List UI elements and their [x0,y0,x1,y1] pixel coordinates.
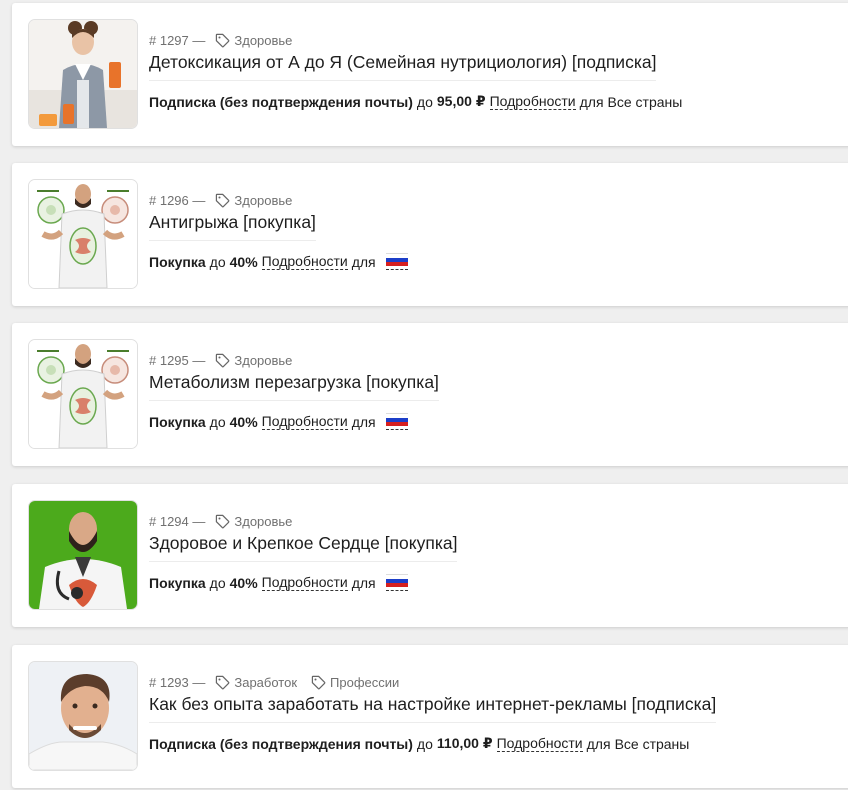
russia-flag-icon[interactable] [385,413,408,430]
offer-number: # 1295 — [149,352,206,368]
offer-meta: # 1297 — Здоровье [149,31,306,49]
offer-meta: # 1294 — Здоровье [149,512,306,530]
tag-icon [216,353,230,367]
tag-label: Здоровье [234,192,293,208]
doctor-heart-image [29,501,137,609]
details-link[interactable]: Подробности [261,253,348,270]
tag-icon [216,675,230,689]
offer-for: для [351,413,376,430]
doctor-diagram-image [29,180,137,288]
tag-link[interactable]: Здоровье [215,353,292,368]
offer-countries: Все страны [614,735,690,752]
offer-upto: до [416,735,433,752]
offer-number: # 1297 — [149,32,206,48]
offer-terms: Подписка (без подтверждения почты) до 11… [149,735,689,752]
offer-type: Покупка [149,413,206,430]
woman-with-juice-image [29,20,137,128]
tag-icon [216,514,230,528]
offer-meta: # 1295 — Здоровье [149,351,306,369]
tag-icon [311,675,326,689]
offer-amount: 40% [229,574,258,591]
offer-for: для [351,253,376,270]
offer-upto: до [416,93,433,110]
offer-card[interactable]: # 1296 — Здоровье Антигрыжа [покупка] По… [12,163,848,306]
offer-number: # 1293 — [149,674,206,690]
tag-label: Здоровье [234,352,293,368]
offer-terms: Покупка до 40% Подробности для [149,574,408,591]
tag-label: Здоровье [234,32,293,48]
offer-type: Покупка [149,574,206,591]
offer-title[interactable]: Здоровое и Крепкое Сердце [покупка] [149,533,458,562]
offer-thumbnail[interactable] [28,661,138,771]
offer-card[interactable]: # 1293 — Заработок Профессии Как без опы… [12,645,848,788]
offer-thumbnail[interactable] [28,500,138,610]
man-portrait-image [29,662,137,770]
offer-title[interactable]: Детоксикация от А до Я (Семейная нутрици… [149,52,657,81]
tag-link[interactable]: Профессии [311,675,399,690]
offer-countries: Все страны [607,93,683,110]
offer-title[interactable]: Метаболизм перезагрузка [покупка] [149,372,439,401]
tag-link[interactable]: Здоровье [215,514,292,529]
russia-flag-icon[interactable] [385,253,408,270]
offer-for: для [579,93,604,110]
offer-upto: до [209,253,226,270]
offer-upto: до [209,413,226,430]
russia-flag-icon[interactable] [385,574,408,591]
offer-for: для [351,574,376,591]
tag-label: Профессии [330,674,400,690]
offer-card[interactable]: # 1294 — Здоровье Здоровое и Крепкое Сер… [12,484,848,627]
offer-thumbnail[interactable] [28,179,138,289]
offer-type: Покупка [149,253,206,270]
tag-icon [216,193,230,207]
tag-label: Заработок [234,674,298,690]
offer-amount: 40% [229,413,258,430]
details-link[interactable]: Подробности [489,93,576,110]
tag-link[interactable]: Заработок [215,675,297,690]
offer-number: # 1294 — [149,513,206,529]
offer-meta: # 1293 — Заработок Профессии [149,673,413,691]
offer-upto: до [209,574,226,591]
offer-thumbnail[interactable] [28,19,138,129]
offer-terms: Покупка до 40% Подробности для [149,253,408,270]
tag-label: Здоровье [234,513,293,529]
offer-terms: Покупка до 40% Подробности для [149,413,408,430]
offer-number: # 1296 — [149,192,206,208]
offer-for: для [586,735,611,752]
details-link[interactable]: Подробности [261,413,348,430]
details-link[interactable]: Подробности [261,574,348,591]
offer-amount: 95,00 ₽ [436,93,486,109]
offer-thumbnail[interactable] [28,339,138,449]
details-link[interactable]: Подробности [496,735,583,752]
offer-card[interactable]: # 1295 — Здоровье Метаболизм перезагрузк… [12,323,848,466]
offer-amount: 40% [229,253,258,270]
offer-meta: # 1296 — Здоровье [149,191,306,209]
offer-card[interactable]: # 1297 — Здоровье Детоксикация от А до Я… [12,3,848,146]
tag-link[interactable]: Здоровье [215,33,292,48]
tag-icon [216,33,230,47]
doctor-diagram-image [29,340,137,448]
offer-type: Подписка (без подтверждения почты) [149,735,413,752]
offer-type: Подписка (без подтверждения почты) [149,93,413,110]
tag-link[interactable]: Здоровье [215,193,292,208]
offer-title[interactable]: Как без опыта заработать на настройке ин… [149,694,717,723]
offer-title[interactable]: Антигрыжа [покупка] [149,212,316,241]
offer-terms: Подписка (без подтверждения почты) до 95… [149,93,682,110]
offer-amount: 110,00 ₽ [436,735,493,751]
